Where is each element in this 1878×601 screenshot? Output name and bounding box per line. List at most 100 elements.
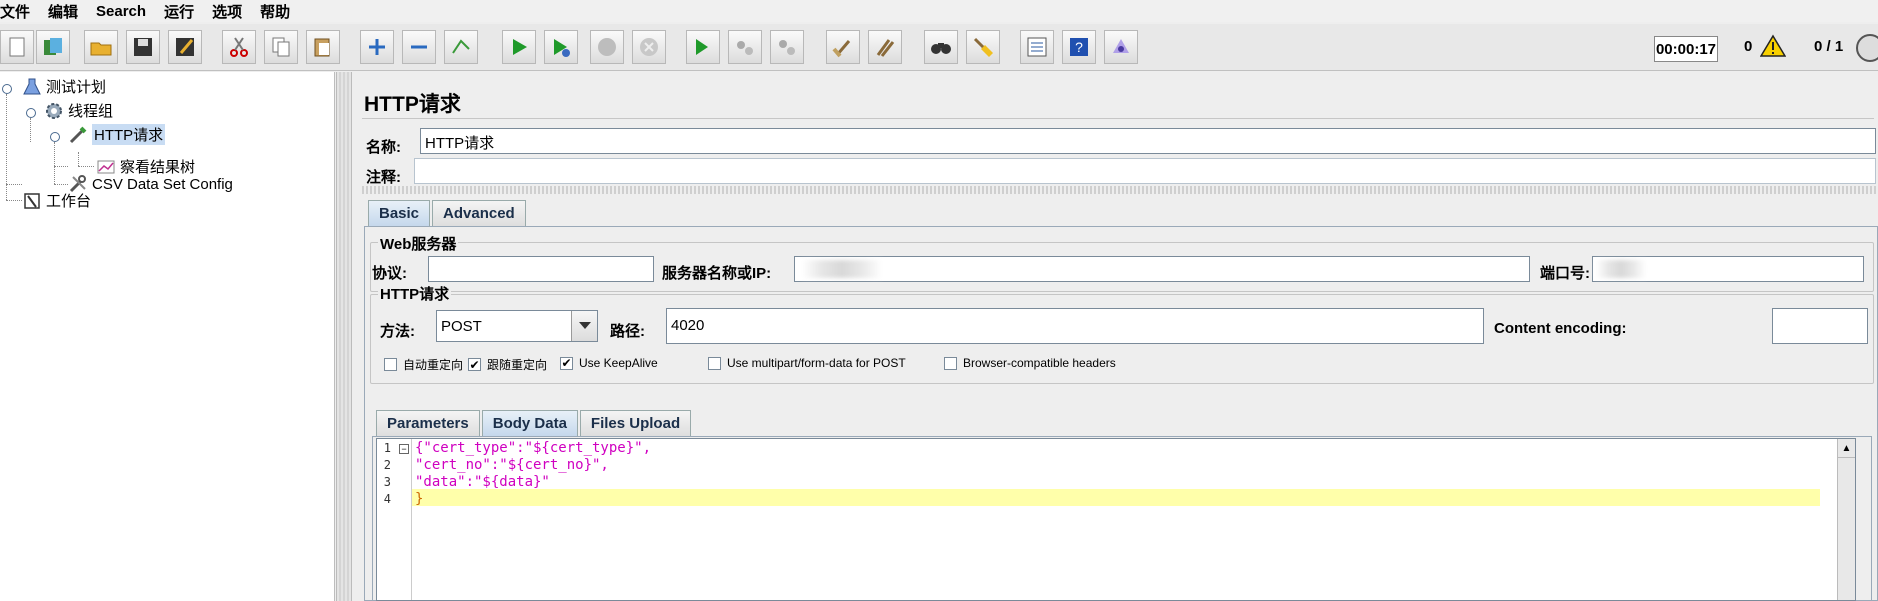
protocol-field[interactable] [428,256,654,282]
menu-help[interactable]: 帮助 [260,1,290,22]
active-threads: 0 / 1 [1814,38,1844,55]
save-icon[interactable] [126,30,160,64]
paste-icon[interactable] [306,30,340,64]
code-line: "data":"${data}" [415,474,550,490]
editor-scrollbar[interactable]: ▲ [1837,439,1855,600]
test-plan-tree: 测试计划 线程组 HTTP请求 察看结果树 CSV Data Set Confi… [0,72,335,601]
checkbox-label: 自动重定向 [403,358,464,372]
search-icon[interactable] [924,30,958,64]
method-select[interactable]: POST [436,310,598,342]
open-icon[interactable] [84,30,118,64]
checkbox-box[interactable] [944,356,957,370]
help-icon[interactable]: ? [1062,30,1096,64]
follow-redirects-checkbox[interactable]: ✔ 跟随重定向 [468,356,547,373]
protocol-label: 协议: [372,265,407,282]
http-request-legend: HTTP请求 [378,283,452,304]
expand-toggle[interactable] [2,84,12,94]
refresh-icon[interactable] [1856,34,1878,62]
function-helper-icon[interactable] [1020,30,1054,64]
web-server-legend: Web服务器 [378,233,459,254]
menu-edit[interactable]: 编辑 [48,1,78,22]
tree-node-label: 工作台 [46,193,92,210]
code-line: "cert_no":"${cert_no}", [415,457,609,473]
chevron-down-icon[interactable] [571,311,597,341]
split-pane-divider[interactable] [336,72,352,601]
tab-body-data[interactable]: Body Data [481,410,578,436]
checkbox-box[interactable]: ✔ [468,358,481,371]
clear-all-icon[interactable] [868,30,902,64]
shutdown-icon[interactable] [632,30,666,64]
remote-stop-icon[interactable] [728,30,762,64]
checkbox-box[interactable] [384,358,397,371]
tree-node-workbench[interactable]: 工作台 [22,190,91,211]
code-line: } [415,491,424,507]
warning-icon[interactable] [1759,34,1787,61]
comment-field[interactable] [414,158,1876,184]
stop-icon[interactable] [590,30,624,64]
checkbox-label: Use multipart/form-data for POST [727,356,906,370]
reset-search-icon[interactable] [966,30,1000,64]
tab-basic[interactable]: Basic [368,200,431,226]
multipart-checkbox[interactable]: Use multipart/form-data for POST [708,356,906,370]
cut-icon[interactable] [222,30,256,64]
path-field[interactable]: 4020 [666,308,1484,344]
collapse-band[interactable] [362,186,1878,194]
pipette-icon [68,125,88,145]
tree-node-csv-config[interactable]: CSV Data Set Config [68,174,233,194]
svg-text:?: ? [1075,39,1083,55]
tree-node-thread-group[interactable]: 线程组 [44,100,113,121]
collapse-icon[interactable] [402,30,436,64]
checkbox-label: Browser-compatible headers [963,356,1116,370]
expand-toggle[interactable] [50,132,60,142]
templates-icon[interactable] [36,30,70,64]
checkbox-label: 跟随重定向 [487,358,548,372]
server-label: 服务器名称或IP: [662,265,772,282]
save-as-icon[interactable] [168,30,202,64]
method-value: POST [441,317,482,335]
error-count: 0 [1744,38,1753,55]
auto-redirect-checkbox[interactable]: 自动重定向 [384,356,463,373]
remote-start-icon[interactable] [686,30,720,64]
body-data-editor[interactable]: 1 2 3 4 − {"cert_type":"${cert_type}", "… [376,438,1856,601]
fold-icon[interactable]: − [399,444,409,454]
path-label: 路径: [610,323,645,340]
remote-shutdown-icon[interactable] [770,30,804,64]
copy-icon[interactable] [264,30,298,64]
start-no-pause-icon[interactable] [544,30,578,64]
menu-run[interactable]: 运行 [164,1,194,22]
tree-node-test-plan[interactable]: 测试计划 [22,76,106,97]
tree-node-http-request[interactable]: HTTP请求 [68,124,166,145]
method-label: 方法: [380,323,415,340]
tree-node-label: 测试计划 [46,79,107,96]
gear-icon [44,101,64,121]
flask-icon [22,77,42,97]
scroll-up-icon[interactable]: ▲ [1838,439,1855,458]
tab-advanced[interactable]: Advanced [432,200,526,226]
tree-node-label: 线程组 [68,103,114,120]
menu-options[interactable]: 选项 [212,1,242,22]
line-number-gutter: 1 2 3 4 − [377,439,412,600]
start-icon[interactable] [502,30,536,64]
menu-file[interactable]: 文件 [0,1,30,22]
name-field[interactable]: HTTP请求 [420,128,1876,154]
menu-search[interactable]: Search [96,3,146,20]
expand-toggle[interactable] [26,108,36,118]
encoding-field[interactable] [1772,308,1868,344]
expand-icon[interactable] [360,30,394,64]
encoding-label: Content encoding: [1494,320,1627,337]
checkbox-box[interactable]: ✔ [560,356,573,370]
tab-parameters[interactable]: Parameters [376,410,480,436]
keepalive-checkbox[interactable]: ✔ Use KeepAlive [560,356,658,370]
clear-icon[interactable] [826,30,860,64]
log-viewer-icon[interactable] [1104,30,1138,64]
new-icon[interactable] [0,30,34,64]
tree-node-label: HTTP请求 [92,124,166,145]
redacted-server [802,260,882,278]
browser-headers-checkbox[interactable]: Browser-compatible headers [944,356,1116,370]
tab-files-upload[interactable]: Files Upload [579,410,692,436]
toggle-icon[interactable] [444,30,478,64]
checkbox-box[interactable] [708,356,721,370]
toolbar: ? [0,24,1878,71]
server-field[interactable] [794,256,1530,282]
workbench-icon [22,191,42,211]
